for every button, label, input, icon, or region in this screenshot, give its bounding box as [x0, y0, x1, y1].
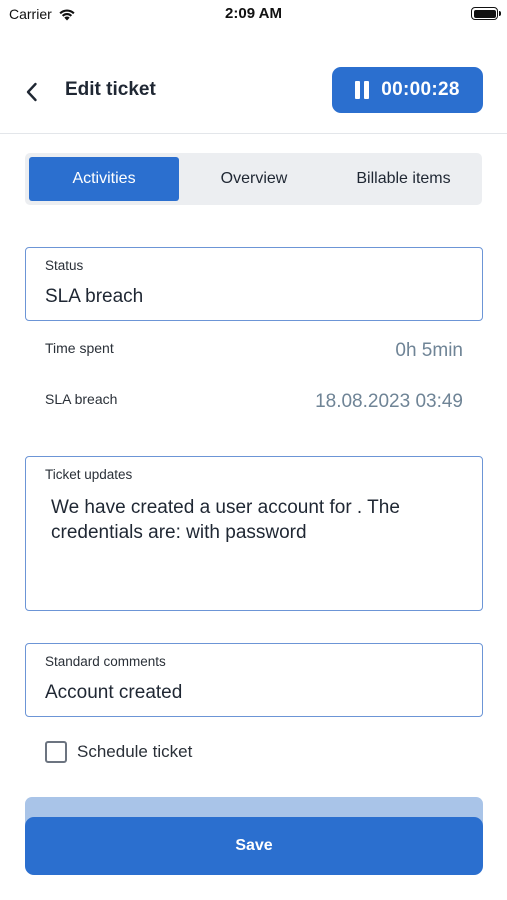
time-spent-label: Time spent [45, 340, 114, 356]
status-label: Status [45, 258, 84, 273]
status-bar: Carrier 2:09 AM [0, 0, 507, 30]
back-button[interactable] [18, 78, 46, 106]
ticket-updates-field[interactable]: Ticket updates We have created a user ac… [25, 456, 483, 611]
timer-button[interactable]: 00:00:28 [332, 67, 483, 113]
sla-breach-value: 18.08.2023 03:49 [315, 391, 463, 412]
segmented-tabs: Activities Overview Billable items [25, 153, 482, 205]
sla-breach-label: SLA breach [45, 391, 118, 407]
timer-elapsed: 00:00:28 [381, 79, 460, 100]
tab-billable-items[interactable]: Billable items [329, 157, 478, 201]
nav-bar: Edit ticket 00:00:28 [0, 60, 507, 134]
time-spent-value: 0h 5min [395, 340, 463, 361]
save-button[interactable]: Save [25, 817, 483, 875]
status-select[interactable]: Status SLA breach [25, 247, 483, 321]
pause-icon [355, 81, 370, 99]
status-value: SLA breach [45, 286, 144, 307]
schedule-ticket-label: Schedule ticket [77, 742, 193, 761]
status-time: 2:09 AM [225, 5, 282, 22]
tab-activities[interactable]: Activities [29, 157, 179, 201]
tab-overview[interactable]: Overview [179, 157, 329, 201]
page-title: Edit ticket [65, 79, 156, 100]
schedule-checkbox[interactable] [45, 741, 67, 763]
standard-comments-value: Account created [45, 682, 183, 703]
ticket-updates-text: We have created a user account for . The… [51, 497, 400, 543]
standard-comments-label: Standard comments [45, 654, 166, 669]
standard-comments-select[interactable]: Standard comments Account created [25, 643, 483, 717]
chevron-left-icon [26, 82, 37, 102]
schedule-ticket-toggle[interactable]: Schedule ticket [45, 741, 192, 763]
ticket-updates-label: Ticket updates [45, 467, 133, 482]
battery-icon [471, 7, 501, 20]
